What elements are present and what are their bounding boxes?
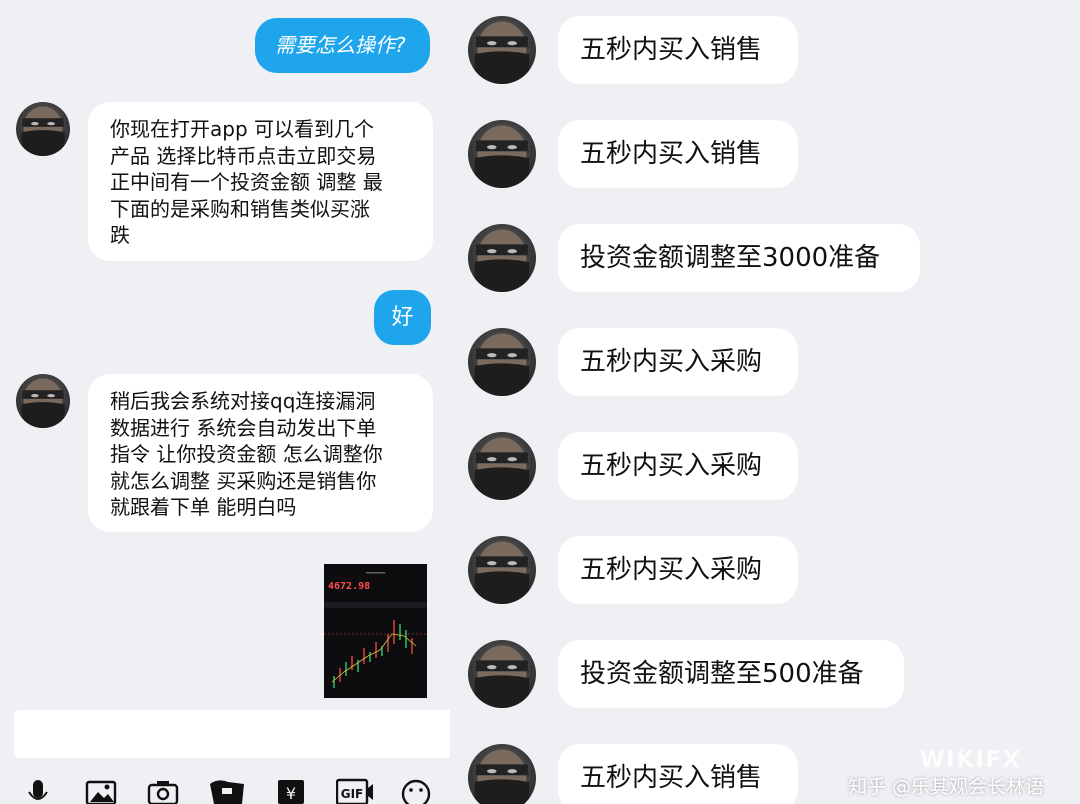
contact-message-bubble[interactable]: 五秒内买入销售 (558, 744, 798, 804)
svg-text:¥: ¥ (286, 784, 296, 803)
message-text: 需要怎么操作? (275, 33, 406, 57)
masked-face-icon (474, 749, 530, 804)
left-chat-panel: 需要怎么操作? 你现在打开app 可以看到几个 产品 选择比特币点击立即交易 正… (0, 0, 450, 804)
wikifx-watermark-logo: WIKIFX (920, 748, 1022, 773)
transfer-icon[interactable]: ¥ (276, 776, 308, 804)
message-text: 投资金额调整至500准备 (580, 659, 864, 689)
masked-face-icon (474, 437, 530, 500)
right-chat-panel: 五秒内买入销售 五秒内买入销售 投资金额调整至3000准备 五秒内买入采购 五秒内买入采… (450, 0, 1080, 804)
contact-avatar[interactable] (468, 744, 536, 804)
contact-avatar[interactable] (468, 536, 536, 604)
red-packet-icon[interactable] (208, 776, 246, 804)
microphone-icon[interactable] (22, 776, 54, 804)
message-text: 稍后我会系统对接qq连接漏洞 数据进行 系统会自动发出下单 指令 让你投资金额 … (110, 389, 383, 519)
contact-message-bubble[interactable]: 五秒内买入采购 (558, 432, 798, 500)
image-icon[interactable] (85, 776, 117, 804)
masked-face-icon (474, 21, 530, 84)
contact-message-bubble[interactable]: 五秒内买入采购 (558, 328, 798, 396)
contact-message-bubble[interactable]: 投资金额调整至500准备 (558, 640, 904, 708)
contact-avatar[interactable] (468, 120, 536, 188)
contact-message-bubble[interactable]: 投资金额调整至3000准备 (558, 224, 920, 292)
message-input[interactable] (14, 710, 450, 758)
self-message-bubble[interactable]: 好 (374, 290, 431, 345)
contact-avatar[interactable] (16, 374, 70, 428)
masked-face-icon (21, 378, 65, 428)
masked-face-icon (21, 106, 65, 156)
zhihu-watermark: 知乎 @乐其观会长林语 (848, 776, 1045, 798)
contact-avatar[interactable] (468, 224, 536, 292)
contact-message-bubble[interactable]: 五秒内买入采购 (558, 536, 798, 604)
contact-avatar[interactable] (468, 16, 536, 84)
message-text: 好 (391, 305, 414, 330)
message-text: 你现在打开app 可以看到几个 产品 选择比特币点击立即交易 正中间有一个投资金… (110, 117, 383, 247)
contact-avatar[interactable] (468, 432, 536, 500)
message-text: 五秒内买入采购 (580, 451, 763, 481)
contact-message-bubble[interactable]: 你现在打开app 可以看到几个 产品 选择比特币点击立即交易 正中间有一个投资金… (88, 102, 433, 261)
masked-face-icon (474, 229, 530, 292)
candlestick-chart-icon (324, 602, 427, 688)
contact-avatar[interactable] (468, 640, 536, 708)
message-text: 五秒内买入销售 (580, 139, 763, 169)
masked-face-icon (474, 125, 530, 188)
masked-face-icon (474, 645, 530, 708)
contact-message-bubble[interactable]: 五秒内买入销售 (558, 16, 798, 84)
contact-message-bubble[interactable]: 五秒内买入销售 (558, 120, 798, 188)
masked-face-icon (474, 333, 530, 396)
self-message-bubble[interactable]: 需要怎么操作? (255, 18, 430, 73)
masked-face-icon (474, 541, 530, 604)
contact-avatar[interactable] (16, 102, 70, 156)
contact-avatar[interactable] (468, 328, 536, 396)
gif-icon[interactable]: GIF (336, 776, 374, 804)
contact-message-bubble[interactable]: 稍后我会系统对接qq连接漏洞 数据进行 系统会自动发出下单 指令 让你投资金额 … (88, 374, 433, 532)
message-text: 五秒内买入采购 (580, 347, 763, 377)
message-text: 五秒内买入销售 (580, 35, 763, 65)
camera-icon[interactable] (147, 776, 179, 804)
trading-screenshot-image[interactable]: ▁▁▁▁▁ 4672.98 (324, 564, 427, 698)
message-text: 五秒内买入销售 (580, 763, 763, 793)
emoji-icon[interactable] (400, 776, 432, 804)
message-text: 五秒内买入采购 (580, 555, 763, 585)
message-text: 投资金额调整至3000准备 (580, 243, 881, 273)
svg-text:GIF: GIF (341, 787, 364, 801)
